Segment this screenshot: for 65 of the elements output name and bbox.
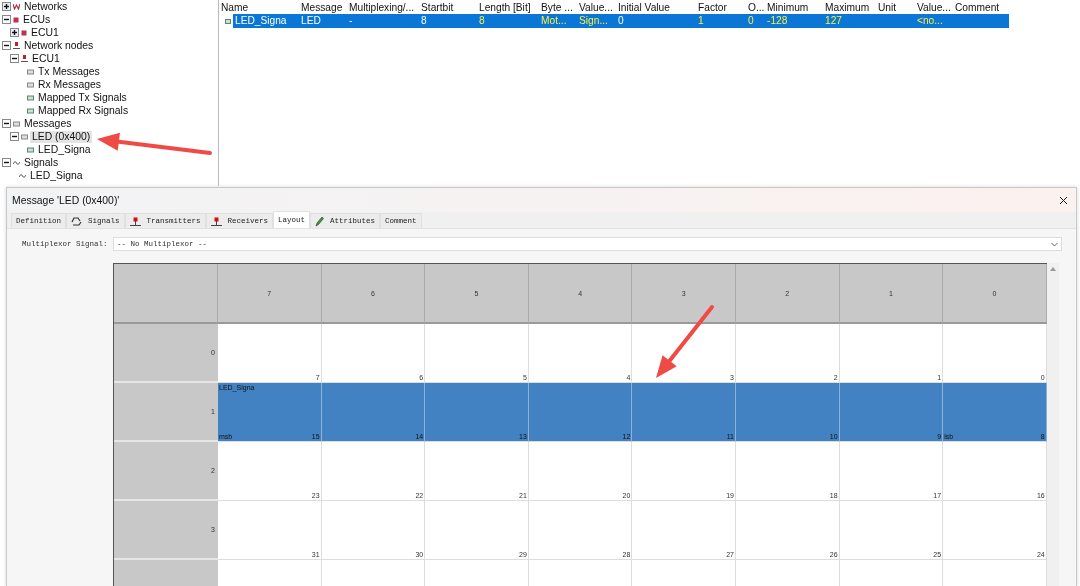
- signal-icon: [27, 146, 34, 153]
- table-cell: 0: [746, 14, 765, 28]
- node-icon: [129, 216, 141, 226]
- close-icon[interactable]: [1059, 195, 1068, 205]
- node-icon: [13, 42, 20, 49]
- caret-icon: [1051, 241, 1058, 247]
- tree-item[interactable]: Network nodes: [22, 39, 96, 52]
- column-header[interactable]: Unit: [876, 1, 915, 13]
- pencil-icon: [315, 215, 325, 227]
- table-cell: 1: [696, 14, 746, 28]
- column-header[interactable]: Byte ...: [539, 1, 577, 13]
- tree-item[interactable]: Signals: [22, 156, 61, 169]
- network-icon: [13, 3, 20, 10]
- column-header[interactable]: Comment: [953, 1, 1009, 13]
- signals-icon: [71, 216, 82, 226]
- column-header[interactable]: Value...: [915, 1, 953, 13]
- collapse-icon[interactable]: [10, 54, 19, 63]
- node-icon: [210, 216, 222, 226]
- table-cell: 0: [616, 14, 696, 28]
- column-header[interactable]: Minimum: [765, 1, 823, 13]
- dialog-title: Message 'LED (0x400)': [12, 194, 120, 206]
- column-header[interactable]: Message: [299, 1, 347, 13]
- tree-item[interactable]: Rx Messages: [36, 78, 103, 91]
- column-header[interactable]: Initial Value: [616, 1, 696, 13]
- signal-icon: [225, 18, 231, 24]
- table-cell: -128: [765, 14, 823, 28]
- tree-item[interactable]: ECU1: [29, 26, 61, 39]
- table-cell: Sign...: [577, 14, 616, 28]
- tree-item[interactable]: ECUs: [21, 13, 53, 26]
- tree-item[interactable]: Tx Messages: [36, 65, 102, 78]
- scroll-up-icon[interactable]: [1050, 267, 1056, 271]
- table-cell: -: [347, 14, 419, 28]
- expand-icon[interactable]: [2, 2, 11, 11]
- column-header[interactable]: Maximum: [823, 1, 876, 13]
- node-icon: [21, 55, 28, 62]
- tree-item[interactable]: LED_Signa: [28, 169, 85, 182]
- table-cell: 127: [823, 14, 876, 28]
- table-cell: <no...: [915, 14, 953, 28]
- table-cell: [953, 14, 1009, 28]
- column-header[interactable]: Length [Bit]: [477, 1, 539, 13]
- column-header[interactable]: Factor: [696, 1, 746, 13]
- scrollbar[interactable]: [1047, 263, 1059, 586]
- collapse-icon[interactable]: [2, 41, 11, 50]
- collapse-icon[interactable]: [2, 158, 11, 167]
- column-header[interactable]: Multiplexing/...: [347, 1, 419, 13]
- expand-icon[interactable]: [10, 28, 19, 37]
- tree-item[interactable]: LED (0x400): [30, 130, 93, 143]
- tree-item[interactable]: LED_Signa: [36, 143, 93, 156]
- tree-item[interactable]: Messages: [22, 117, 74, 130]
- table-cell: Mot...: [539, 14, 577, 28]
- table-cell: 8: [477, 14, 539, 28]
- table-cell: LED_Signa: [233, 14, 299, 28]
- collapse-icon[interactable]: [2, 119, 11, 128]
- column-header[interactable]: O...: [746, 1, 765, 13]
- tree-item[interactable]: Mapped Tx Signals: [36, 91, 129, 104]
- column-header[interactable]: Startbit: [419, 1, 477, 13]
- column-header[interactable]: Value...: [577, 1, 616, 13]
- column-header[interactable]: Name: [219, 1, 299, 13]
- tree-item[interactable]: Mapped Rx Signals: [36, 104, 131, 117]
- table-cell: 8: [419, 14, 477, 28]
- collapse-icon[interactable]: [10, 132, 19, 141]
- tree-item[interactable]: Networks: [22, 0, 70, 13]
- tree-item[interactable]: ECU1: [30, 52, 62, 65]
- collapse-icon[interactable]: [2, 15, 11, 24]
- table-cell: LED: [299, 14, 347, 28]
